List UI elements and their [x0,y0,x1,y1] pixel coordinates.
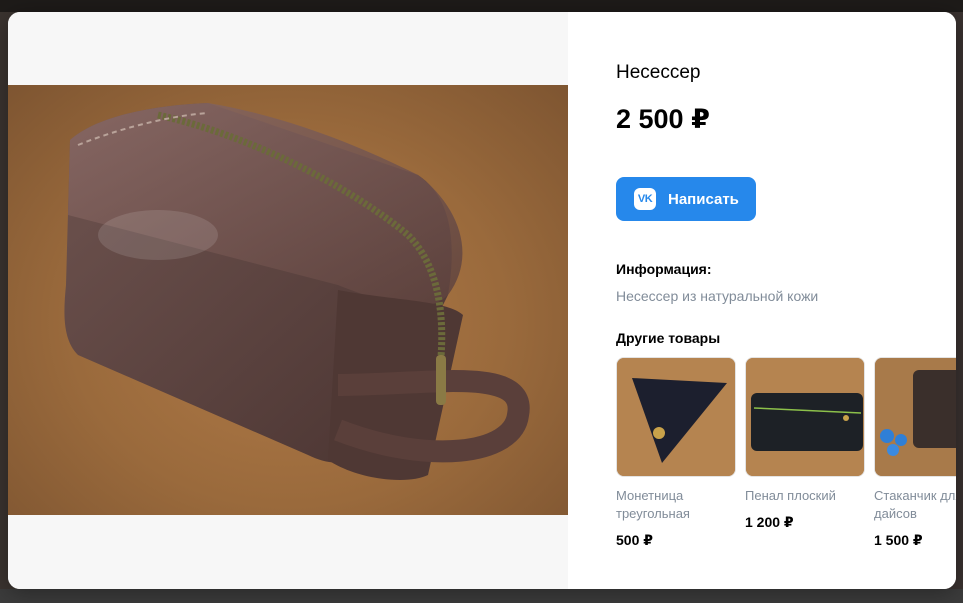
leather-bag-illustration [64,103,530,480]
product-card[interactable]: Монетница треугольная 500 ₽ [616,357,736,548]
product-card-price: 1 200 ₽ [745,514,794,530]
product-thumbnail-pencil-case[interactable] [745,357,865,477]
other-products-carousel: Монетница треугольная 500 ₽ Пенал плоски… [616,357,956,557]
product-card-price: 500 ₽ [616,532,653,548]
product-thumbnail-coin-purse[interactable] [616,357,736,477]
product-media-area [8,12,568,589]
product-card-name: Пенал плоский [745,488,836,503]
product-title: Несессер [616,62,701,83]
product-card[interactable]: Пенал плоский 1 200 ₽ [745,357,865,530]
vk-logo-icon: VK [634,188,656,210]
product-card-name: Монетница треугольная [616,488,690,521]
product-info-panel: Несессер 2 500 ₽ VK Написать Информация:… [568,12,956,589]
product-modal: Несессер 2 500 ₽ VK Написать Информация:… [8,12,956,589]
product-card-price: 1 500 ₽ [874,532,923,548]
product-photo[interactable] [8,85,568,515]
info-heading: Информация: [616,261,712,277]
info-description: Несессер из натуральной кожи [616,288,819,304]
backdrop-top-strip [0,0,963,12]
write-message-button[interactable]: VK Написать [616,177,756,221]
product-card-name: Стаканчик для дайсов [874,488,956,521]
product-price: 2 500 ₽ [616,104,710,134]
backdrop-bottom-strip [0,589,963,603]
product-card[interactable]: Стаканчик для дайсов 1 500 ₽ [874,357,956,548]
product-thumbnail-dice-cup[interactable] [874,357,956,477]
write-button-label: Написать [668,190,739,208]
other-products-heading: Другие товары [616,330,721,346]
